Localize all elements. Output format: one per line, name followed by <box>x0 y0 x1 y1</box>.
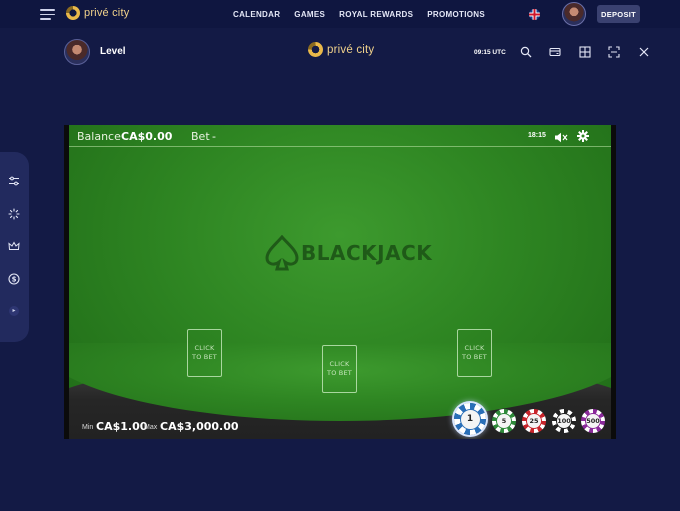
svg-text:$: $ <box>12 276 17 284</box>
uk-flag-icon[interactable] <box>529 9 540 20</box>
nav-link-calendar[interactable]: CALENDAR <box>233 10 280 19</box>
chip-25[interactable]: 25 <box>522 409 546 433</box>
blackjack-title: BLACKJACK <box>301 241 433 265</box>
game-hud: Balance CA$0.00 Bet - 18:15 <box>69 125 611 147</box>
close-icon[interactable] <box>638 46 650 58</box>
site-logo[interactable]: privé city <box>66 6 129 20</box>
grid-view-icon[interactable] <box>579 46 591 58</box>
level-label: Level <box>100 46 126 57</box>
settings-gear-icon[interactable] <box>577 129 589 142</box>
blackjack-game-frame: Balance CA$0.00 Bet - 18:15 BLACKJACK CL… <box>64 125 616 439</box>
table-felt: Balance CA$0.00 Bet - 18:15 BLACKJACK CL… <box>69 125 611 439</box>
logo-mark-icon <box>308 42 323 57</box>
spinner-icon[interactable] <box>8 208 20 220</box>
bet-spot-text: TO BET <box>192 353 217 361</box>
main-nav-links: CALENDAR GAMES ROYAL REWARDS PROMOTIONS <box>233 10 485 19</box>
chip-500[interactable]: 500 <box>581 409 605 433</box>
bet-spot-left[interactable]: CLICK TO BET <box>187 329 222 377</box>
bet-spot-text: TO BET <box>327 369 352 377</box>
utc-clock: 09:15 UTC <box>474 49 506 56</box>
filters-icon[interactable] <box>8 175 20 187</box>
nav-link-promotions[interactable]: PROMOTIONS <box>427 10 485 19</box>
search-icon[interactable] <box>520 46 532 58</box>
cashier-icon[interactable] <box>549 46 561 58</box>
mute-icon[interactable] <box>554 130 568 143</box>
dollar-coin-icon[interactable]: $ <box>8 273 20 285</box>
game-clock: 18:15 <box>528 132 546 139</box>
min-limit-value: CA$1.00 <box>96 420 148 433</box>
level-avatar[interactable] <box>64 39 90 65</box>
bet-spot-right[interactable]: CLICK TO BET <box>457 329 492 377</box>
crown-icon[interactable] <box>8 240 20 252</box>
chip-value: 5 <box>496 413 512 429</box>
spade-icon <box>265 235 299 271</box>
bet-label: Bet <box>191 130 210 143</box>
bet-value: - <box>212 130 216 143</box>
logo-text: privé city <box>84 7 130 19</box>
chip-1[interactable]: 1 <box>454 403 486 435</box>
deposit-button[interactable]: DEPOSIT <box>597 5 640 23</box>
top-navigation-bar: privé city CALENDAR GAMES ROYAL REWARDS … <box>0 0 680 28</box>
chip-value: 100 <box>556 413 572 429</box>
chip-value: 500 <box>585 413 601 429</box>
chip-100[interactable]: 100 <box>552 409 576 433</box>
chip-value: 1 <box>459 408 481 430</box>
nav-link-games[interactable]: GAMES <box>294 10 325 19</box>
bet-spot-text: CLICK <box>194 344 215 352</box>
logo-mark-icon <box>66 6 80 20</box>
balance-value: CA$0.00 <box>121 130 173 143</box>
chip-5[interactable]: 5 <box>492 409 516 433</box>
balance-label: Balance <box>77 130 121 143</box>
user-avatar[interactable] <box>562 2 586 26</box>
min-limit-label: Min <box>82 424 94 431</box>
bet-spot-center[interactable]: CLICK TO BET <box>322 345 357 393</box>
center-logo: privé city <box>308 42 374 57</box>
menu-icon[interactable] <box>40 9 55 20</box>
bet-spot-text: CLICK <box>464 344 485 352</box>
blackjack-logo: BLACKJACK <box>265 235 432 271</box>
logo-text: privé city <box>327 43 375 56</box>
max-limit-label: Max <box>144 424 158 431</box>
bet-spot-text: TO BET <box>462 353 487 361</box>
bet-spot-text: CLICK <box>329 360 350 368</box>
fullscreen-icon[interactable] <box>608 46 620 58</box>
chevron-right-icon[interactable]: ▸ <box>9 306 19 316</box>
max-limit-value: CA$3,000.00 <box>160 420 239 433</box>
chip-value: 25 <box>526 413 542 429</box>
nav-link-royal-rewards[interactable]: ROYAL REWARDS <box>339 10 413 19</box>
